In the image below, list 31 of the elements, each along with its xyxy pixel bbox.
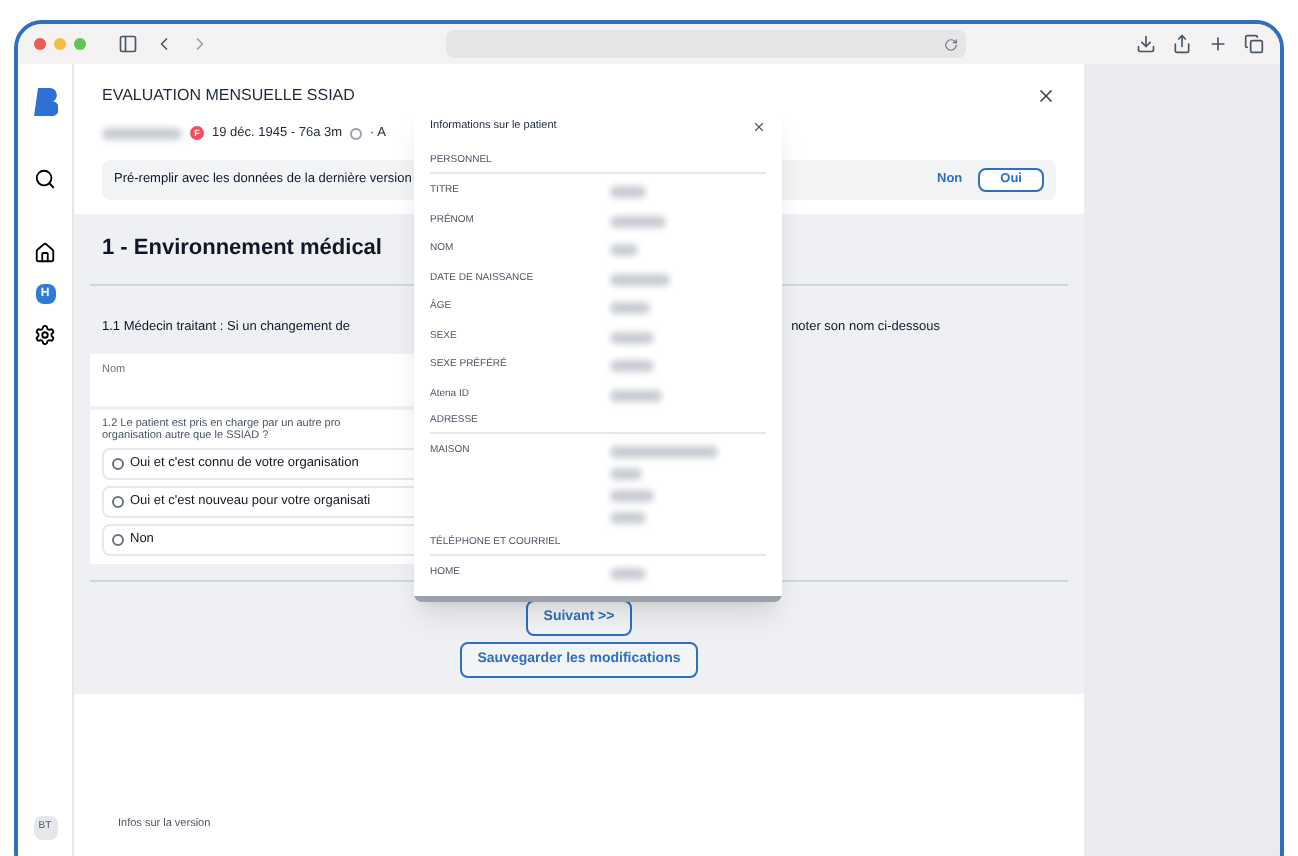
redacted-value bbox=[610, 331, 654, 344]
logo-icon bbox=[33, 88, 57, 116]
section-heading: 1 - Environnement médical bbox=[102, 234, 382, 264]
redacted-value bbox=[610, 302, 650, 315]
form-title: EVALUATION MENSUELLE SSIAD bbox=[102, 84, 355, 108]
download-icon[interactable] bbox=[1136, 34, 1156, 54]
redacted-value bbox=[610, 467, 642, 480]
tabs-icon[interactable] bbox=[1244, 34, 1264, 54]
sidebar-icon[interactable] bbox=[118, 34, 138, 54]
redacted-value bbox=[610, 273, 670, 286]
share-icon[interactable] bbox=[1172, 34, 1192, 54]
redacted-value bbox=[610, 567, 646, 580]
home-icon[interactable] bbox=[34, 242, 56, 264]
reload-icon[interactable] bbox=[944, 37, 958, 51]
radio-icon[interactable] bbox=[112, 496, 124, 509]
redacted-value bbox=[610, 445, 718, 458]
close-icon[interactable] bbox=[752, 119, 766, 134]
new-tab-icon[interactable] bbox=[1208, 34, 1228, 54]
search-icon[interactable] bbox=[34, 168, 56, 190]
redacted-value bbox=[610, 215, 666, 228]
radio-icon[interactable] bbox=[112, 534, 124, 547]
redacted-value bbox=[610, 511, 646, 524]
redacted-value bbox=[610, 389, 662, 402]
close-icon[interactable] bbox=[1036, 86, 1056, 106]
redacted-value bbox=[610, 186, 646, 199]
settings-icon[interactable] bbox=[34, 324, 56, 346]
redacted-value bbox=[102, 127, 182, 140]
radio-icon[interactable] bbox=[112, 458, 124, 471]
redacted-value bbox=[610, 360, 654, 373]
redacted-value bbox=[610, 489, 654, 502]
redacted-value bbox=[610, 244, 638, 257]
